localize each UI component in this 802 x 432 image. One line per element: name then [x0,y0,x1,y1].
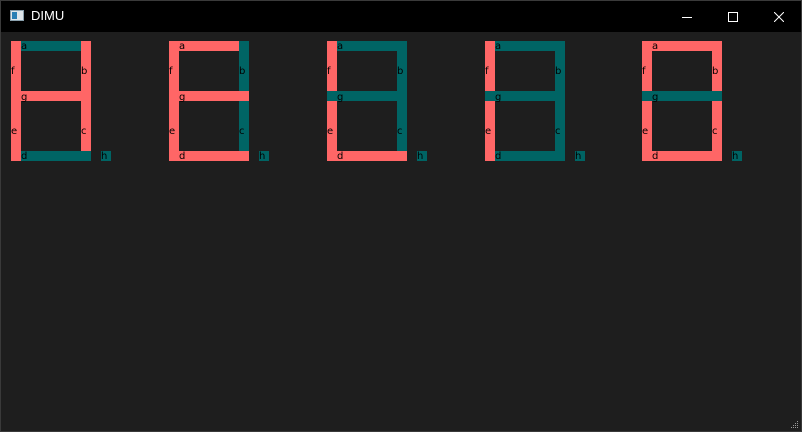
segment-label-d: d [495,151,502,162]
segment-label-d: d [337,151,344,162]
segment-label-c: c [712,126,718,137]
minimize-button[interactable] [664,1,710,32]
segment-label-g: g [21,92,28,103]
segment-label-c: c [239,126,245,137]
segment-label-e: e [485,126,492,137]
segment-label-c: c [555,126,561,137]
app-window: DIMU a b c d e f g h a b c d e f g h a b c d e f g h a b c d e f g h a b c… [0,0,802,432]
segment-label-f: f [327,66,331,77]
digit-4: a b c d e f g h [485,41,595,163]
segment-label-f: f [169,66,173,77]
minimize-icon [682,16,692,18]
segment-label-h: h [417,151,424,162]
resize-grip-icon[interactable] [791,421,799,429]
segment-label-e: e [11,126,18,137]
maximize-icon [728,11,738,22]
segment-label-h: h [259,151,266,162]
window-title: DIMU [31,8,65,23]
digit-1: a b c d e f g h [11,41,121,163]
segment-label-d: d [179,151,186,162]
segment-label-a: a [21,41,28,52]
segment-label-b: b [555,66,562,77]
app-window-icon [10,10,24,21]
segment-label-a: a [652,41,659,52]
digit-5: a b c d e f g h [642,41,752,163]
segment-label-h: h [732,151,739,162]
segment-label-f: f [11,66,15,77]
segment-label-b: b [81,66,88,77]
segment-label-a: a [495,41,502,52]
segment-label-g: g [179,92,186,103]
segment-label-e: e [327,126,334,137]
segment-label-h: h [101,151,108,162]
close-icon [774,11,784,22]
segment-label-d: d [21,151,28,162]
display-area: a b c d e f g h a b c d e f g h a b c d e f g h a b c d e f g h a b c d e f g h [1,32,801,432]
segment-label-g: g [495,92,502,103]
segment-label-a: a [337,41,344,52]
digit-3: a b c d e f g h [327,41,437,163]
segment-label-h: h [575,151,582,162]
segment-label-b: b [712,66,719,77]
segment-label-e: e [642,126,649,137]
segment-label-b: b [239,66,246,77]
segment-label-g: g [337,92,344,103]
segment-label-b: b [397,66,404,77]
segment-label-f: f [642,66,646,77]
segment-label-a: a [179,41,186,52]
title-bar[interactable]: DIMU [1,1,801,32]
segment-label-c: c [397,126,403,137]
close-button[interactable] [756,1,802,32]
maximize-button[interactable] [710,1,756,32]
segment-label-e: e [169,126,176,137]
segment-label-f: f [485,66,489,77]
segment-label-g: g [652,92,659,103]
segment-label-c: c [81,126,87,137]
segment-label-d: d [652,151,659,162]
digit-2: a b c d e f g h [169,41,279,163]
